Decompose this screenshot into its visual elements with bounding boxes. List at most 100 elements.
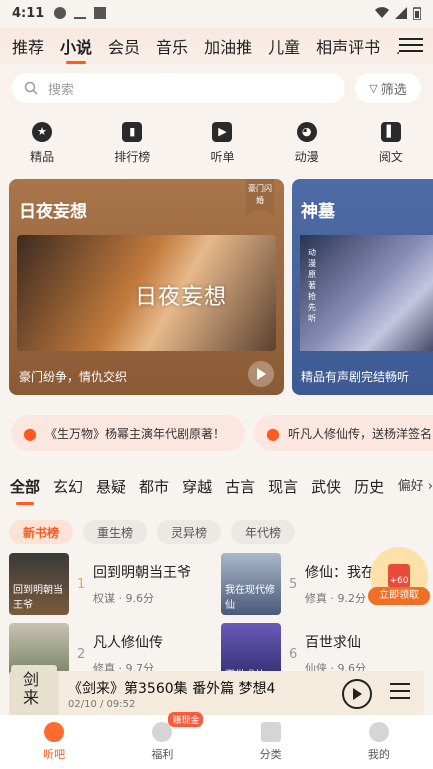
rank-tab-new[interactable]: 新书榜	[9, 520, 74, 544]
category-ranking[interactable]: ▮ 排行榜	[114, 121, 150, 165]
search-icon	[24, 81, 38, 95]
status-bar: 4:11	[0, 0, 433, 26]
tab-recommend[interactable]: 推荐	[12, 34, 44, 58]
genre-urban[interactable]: 都市	[139, 476, 169, 497]
red-envelope-icon: +60	[388, 564, 410, 588]
category-row: ★ 精品 ▮ 排行榜 ▶ 听单 ◕ 动漫 ▌ 阅文	[0, 112, 433, 174]
player-cover-text: 剑来	[23, 670, 40, 707]
book-rank: 2	[77, 646, 86, 662]
reward-widget[interactable]: +60 立即领取	[368, 547, 430, 605]
genre-fantasy[interactable]: 玄幻	[53, 476, 83, 497]
font-icon	[94, 7, 107, 19]
book-item[interactable]: 我在现代修仙 5 修仙：我在 修真 · 9.2分	[221, 553, 375, 615]
filter-icon: ▽	[369, 81, 378, 95]
genre-time-travel[interactable]: 穿越	[182, 476, 212, 497]
play-icon	[353, 688, 362, 700]
book-title: 回到明朝当王爷	[93, 565, 191, 581]
poster-text: 动漫原著抢先听	[308, 248, 316, 323]
bottom-nav: 听吧 福利 赚现金 分类 我的	[0, 712, 433, 769]
user-icon	[368, 722, 389, 742]
banner-card-1[interactable]: 日夜妄想 豪门闪婚 日夜妄想 豪门纷争，情仇交织	[9, 179, 284, 395]
playlist-icon: ▶	[212, 121, 233, 142]
banner-subtitle: 精品有声剧完结畅听	[301, 370, 410, 384]
category-yuewen[interactable]: ▌ 阅文	[378, 121, 403, 165]
book-meta: 修真 · 9.2分	[305, 592, 366, 605]
claim-button[interactable]: 立即领取	[368, 587, 430, 605]
promo-tickers: ● 《生万物》杨幂主演年代剧原著！ ● 听凡人修仙传，送杨洋签名	[0, 411, 433, 455]
play-icon	[257, 368, 266, 380]
star-icon: ★	[32, 121, 53, 142]
listen-icon	[44, 722, 65, 742]
fire-icon: ●	[23, 423, 37, 443]
play-button[interactable]	[342, 679, 372, 709]
menu-icon[interactable]	[399, 34, 423, 54]
category-label: 精品	[30, 149, 55, 164]
nav-listen[interactable]: 听吧	[24, 722, 84, 762]
player-cover: 剑来	[11, 665, 57, 717]
mini-player[interactable]: 剑来 《剑来》第3560集 番外篇 梦想4 02/10 / 09:52	[9, 665, 424, 717]
preference-button[interactable]: 偏好 ›	[393, 475, 433, 494]
tab-crosstalk[interactable]: 相声评书	[316, 34, 380, 58]
search-row: 搜索 ▽ 筛选	[0, 68, 433, 108]
category-label: 听单	[210, 149, 235, 164]
banner-card-2[interactable]: 神墓 动漫原著抢先听 精品有声剧完结畅听	[292, 179, 433, 395]
playlist-icon[interactable]	[390, 683, 410, 701]
tab-boost[interactable]: 加油推	[204, 34, 252, 58]
category-label: 动漫	[294, 149, 319, 164]
book-rank: 1	[77, 576, 86, 592]
rank-tabs: 新书榜 重生榜 灵异榜 年代榜	[9, 520, 296, 544]
category-label: 阅文	[378, 149, 403, 164]
nav-label: 分类	[259, 748, 282, 761]
tab-kids[interactable]: 儿童	[268, 34, 300, 58]
banner-badge: 豪门闪婚	[246, 179, 274, 215]
download-icon	[74, 7, 87, 19]
wifi-icon	[375, 7, 389, 19]
promo-ticker-1[interactable]: ● 《生万物》杨幂主演年代剧原著！	[11, 415, 245, 451]
search-input[interactable]: 搜索	[12, 73, 345, 103]
nav-category[interactable]: 分类	[241, 722, 301, 762]
banner-title: 日夜妄想	[19, 202, 87, 222]
status-time: 4:11	[12, 5, 45, 21]
nav-label: 我的	[367, 748, 390, 761]
rank-tab-rebirth[interactable]: 重生榜	[83, 520, 148, 544]
nav-label: 听吧	[43, 748, 66, 761]
tab-novel[interactable]: 小说	[60, 34, 92, 58]
book-item[interactable]: 回到明朝当王爷 1 回到明朝当王爷 权谋 · 9.6分	[9, 553, 191, 615]
reward-amount: +60	[389, 576, 409, 586]
genre-ancient-romance[interactable]: 古言	[225, 476, 255, 497]
play-button[interactable]	[248, 361, 274, 387]
promo-ticker-2[interactable]: ● 听凡人修仙传，送杨洋签名	[254, 415, 433, 451]
app-notification-icon	[54, 7, 67, 19]
category-anime[interactable]: ◕ 动漫	[294, 121, 319, 165]
genre-history[interactable]: 历史	[354, 476, 384, 497]
category-playlist[interactable]: ▶ 听单	[210, 121, 235, 165]
player-time: 02/10 / 09:52	[68, 699, 136, 710]
rank-tab-era[interactable]: 年代榜	[231, 520, 296, 544]
cover-text: 我在现代修仙	[225, 585, 275, 611]
filter-button[interactable]: ▽ 筛选	[355, 73, 421, 103]
preference-label: 偏好	[397, 479, 424, 494]
ticker-text: 《生万物》杨幂主演年代剧原著！	[44, 426, 225, 441]
tab-music[interactable]: 音乐	[156, 34, 188, 58]
grid-icon	[260, 722, 281, 742]
genre-all[interactable]: 全部	[10, 476, 40, 497]
nav-welfare[interactable]: 福利 赚现金	[132, 712, 204, 762]
book-icon: ▌	[380, 121, 401, 142]
rank-tab-supernatural[interactable]: 灵异榜	[157, 520, 222, 544]
search-placeholder: 搜索	[48, 82, 75, 98]
ticker-text: 听凡人修仙传，送杨洋签名	[287, 426, 432, 441]
genre-mystery[interactable]: 悬疑	[96, 476, 126, 497]
genre-modern-romance[interactable]: 现言	[268, 476, 298, 497]
genre-wuxia[interactable]: 武侠	[311, 476, 341, 497]
book-title: 百世求仙	[305, 635, 361, 651]
chevron-right-icon: ›	[427, 479, 433, 494]
banner-poster: 动漫原著抢先听	[300, 235, 433, 351]
tab-vip[interactable]: 会员	[108, 34, 140, 58]
book-title: 修仙：我在	[305, 565, 375, 581]
player-title: 《剑来》第3560集 番外篇 梦想4	[68, 681, 276, 697]
book-cover: 我在现代修仙	[221, 553, 281, 615]
category-premium[interactable]: ★ 精品	[30, 121, 55, 165]
nav-mine[interactable]: 我的	[349, 722, 409, 762]
banner-title: 神墓	[301, 202, 335, 222]
book-title: 凡人修仙传	[93, 635, 163, 651]
